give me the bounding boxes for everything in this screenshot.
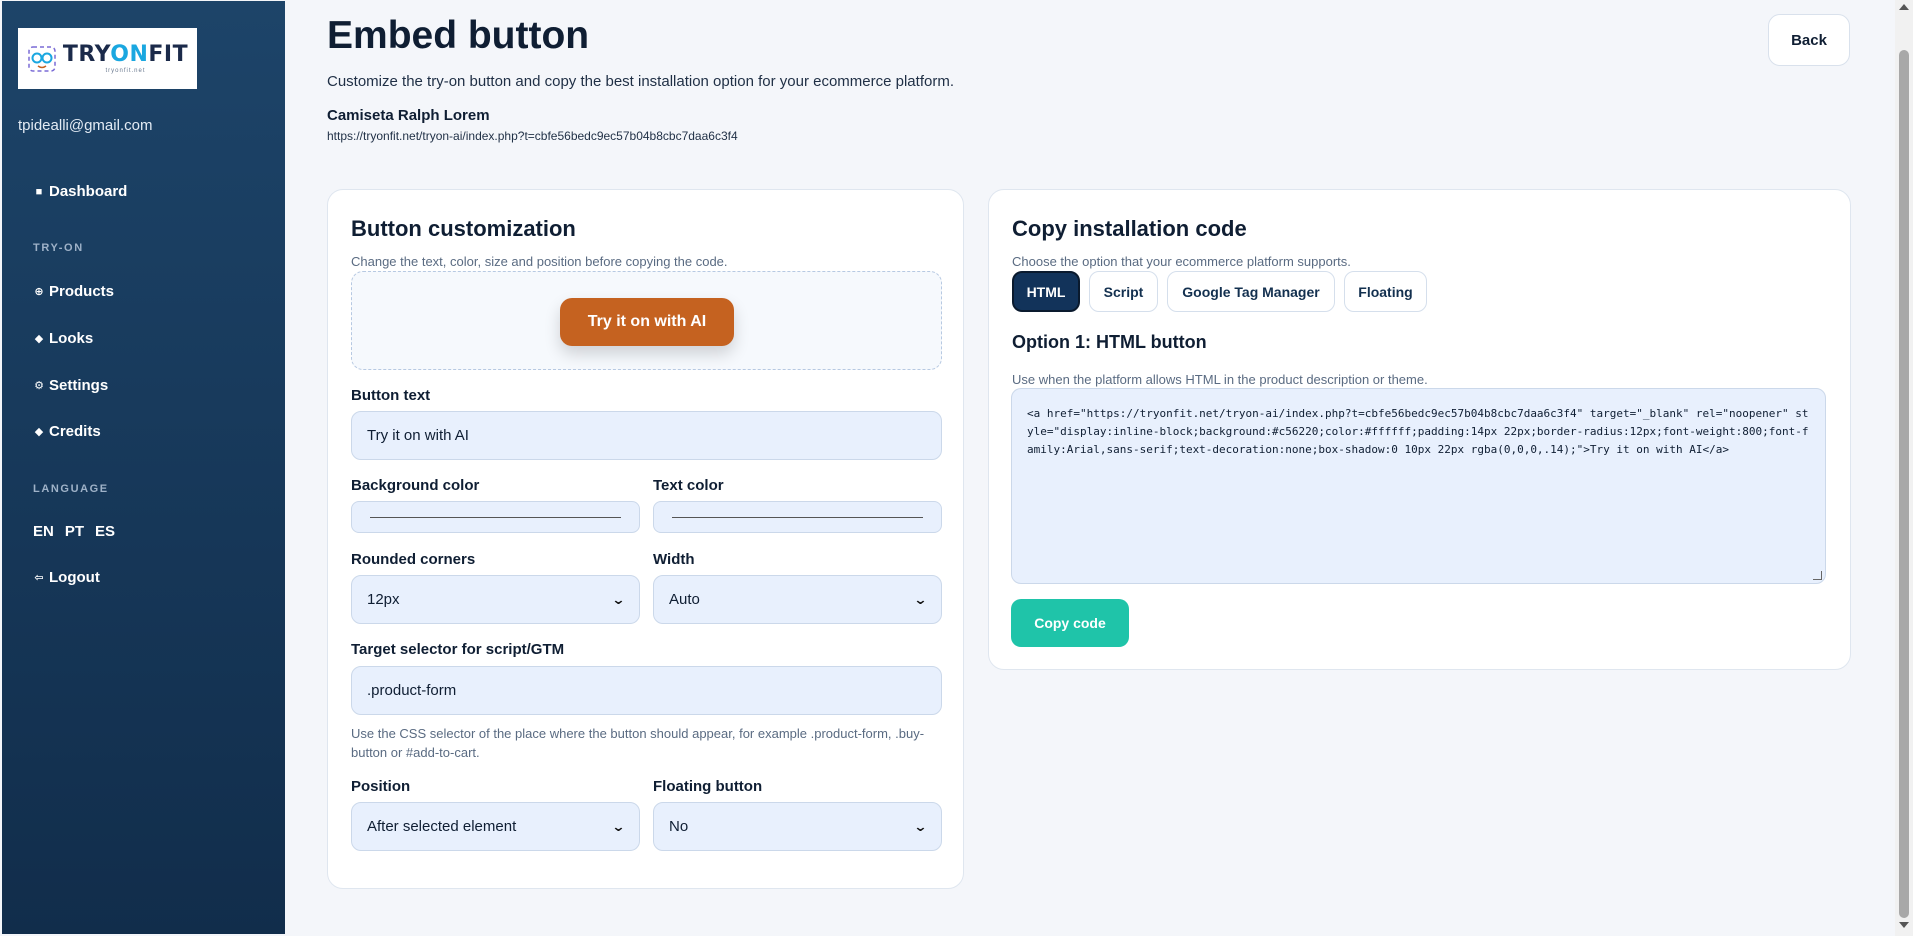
chevron-down-icon: ⌄	[611, 591, 626, 607]
button-customization-card: Button customization Change the text, co…	[327, 189, 964, 889]
nav-credits[interactable]: ◆ Credits	[33, 423, 101, 440]
text-color-label: Text color	[653, 477, 724, 494]
nav-products[interactable]: ⊕ Products	[33, 283, 114, 300]
logo-glasses-icon	[28, 45, 56, 72]
width-select[interactable]: Auto ⌄	[653, 575, 942, 624]
lang-en[interactable]: EN	[33, 523, 54, 540]
installation-code-text: <a href="https://tryonfit.net/tryon-ai/i…	[1027, 407, 1809, 456]
logout-arrow-icon: ⇦	[34, 572, 44, 584]
credits-icon: ◆	[34, 426, 44, 438]
resize-handle-icon[interactable]	[1813, 571, 1822, 580]
lang-pt[interactable]: PT	[65, 523, 84, 540]
nav-logout-label: Logout	[49, 569, 100, 586]
page-subtitle: Customize the try-on button and copy the…	[327, 73, 954, 90]
installation-code-textarea[interactable]: <a href="https://tryonfit.net/tryon-ai/i…	[1011, 388, 1826, 584]
tab-html[interactable]: HTML	[1012, 271, 1080, 312]
nav-looks[interactable]: ◆ Looks	[33, 330, 93, 347]
looks-icon: ◆	[34, 333, 44, 345]
option-title: Option 1: HTML button	[1012, 332, 1207, 352]
floating-button-label: Floating button	[653, 778, 763, 795]
customization-title: Button customization	[351, 216, 576, 241]
sidebar: TRYONFIT tryonfit.net tpidealli@gmail.co…	[2, 1, 285, 934]
target-selector-input[interactable]: .product-form	[351, 666, 942, 715]
background-color-label: Background color	[351, 477, 480, 494]
scroll-up-arrow-icon[interactable]	[1899, 4, 1909, 10]
nav-products-label: Products	[49, 283, 115, 300]
back-button[interactable]: Back	[1768, 14, 1850, 66]
position-value: After selected element	[367, 818, 517, 835]
lang-es[interactable]: ES	[95, 523, 115, 540]
section-label-language: LANGUAGE	[33, 483, 109, 495]
product-url: https://tryonfit.net/tryon-ai/index.php?…	[327, 129, 738, 143]
installation-title: Copy installation code	[1012, 216, 1247, 241]
page-title: Embed button	[327, 14, 590, 57]
tab-script[interactable]: Script	[1089, 271, 1158, 312]
settings-gear-icon: ⚙	[34, 380, 44, 392]
section-label-tryon: TRY-ON	[33, 242, 84, 254]
installation-hint: Choose the option that your ecommerce pl…	[1012, 254, 1351, 269]
nav-dashboard[interactable]: ■ Dashboard	[33, 183, 128, 200]
page-scrollbar[interactable]	[1895, 0, 1913, 936]
text-color-picker[interactable]	[653, 501, 942, 533]
language-switcher: EN PT ES	[33, 523, 115, 540]
logo-wordmark: TRYONFIT	[62, 41, 189, 67]
width-value: Auto	[669, 591, 700, 608]
chevron-down-icon: ⌄	[913, 818, 928, 834]
nav-dashboard-label: Dashboard	[49, 183, 128, 200]
chevron-down-icon: ⌄	[913, 591, 928, 607]
product-name: Camiseta Ralph Lorem	[327, 107, 490, 124]
customization-hint: Change the text, color, size and positio…	[351, 254, 728, 269]
floating-button-value: No	[669, 818, 689, 835]
tab-google-tag-manager[interactable]: Google Tag Manager	[1167, 271, 1335, 312]
position-select[interactable]: After selected element ⌄	[351, 802, 640, 851]
nav-settings[interactable]: ⚙ Settings	[33, 377, 108, 394]
button-preview-area: Try it on with AI	[351, 271, 942, 370]
target-selector-label: Target selector for script/GTM	[351, 641, 565, 658]
scrollbar-thumb[interactable]	[1899, 50, 1909, 918]
rounded-corners-select[interactable]: 12px ⌄	[351, 575, 640, 624]
nav-credits-label: Credits	[49, 423, 101, 440]
option-hint: Use when the platform allows HTML in the…	[1012, 372, 1428, 387]
width-label: Width	[653, 551, 695, 568]
install-tabs: HTML Script Google Tag Manager Floating	[1012, 271, 1427, 312]
nav-logout[interactable]: ⇦ Logout	[33, 569, 100, 586]
preview-try-on-button[interactable]: Try it on with AI	[560, 298, 734, 346]
nav-settings-label: Settings	[49, 377, 109, 394]
user-email: tpidealli@gmail.com	[18, 117, 153, 134]
tab-floating[interactable]: Floating	[1344, 271, 1427, 312]
rounded-corners-label: Rounded corners	[351, 551, 476, 568]
logo-tagline: tryonfit.net	[105, 67, 146, 74]
nav-looks-label: Looks	[49, 330, 94, 347]
chevron-down-icon: ⌄	[611, 818, 626, 834]
button-text-label: Button text	[351, 387, 431, 404]
products-icon: ⊕	[34, 286, 44, 298]
floating-button-select[interactable]: No ⌄	[653, 802, 942, 851]
copy-code-button[interactable]: Copy code	[1011, 599, 1129, 647]
installation-code-card: Copy installation code Choose the option…	[988, 189, 1851, 670]
target-selector-help: Use the CSS selector of the place where …	[351, 726, 925, 760]
button-text-input[interactable]: Try it on with AI	[351, 411, 942, 460]
scroll-down-arrow-icon[interactable]	[1899, 922, 1909, 928]
position-label: Position	[351, 778, 411, 795]
dashboard-icon: ■	[35, 185, 43, 198]
logo[interactable]: TRYONFIT tryonfit.net	[18, 28, 197, 89]
rounded-corners-value: 12px	[367, 591, 400, 608]
background-color-picker[interactable]	[351, 501, 640, 533]
